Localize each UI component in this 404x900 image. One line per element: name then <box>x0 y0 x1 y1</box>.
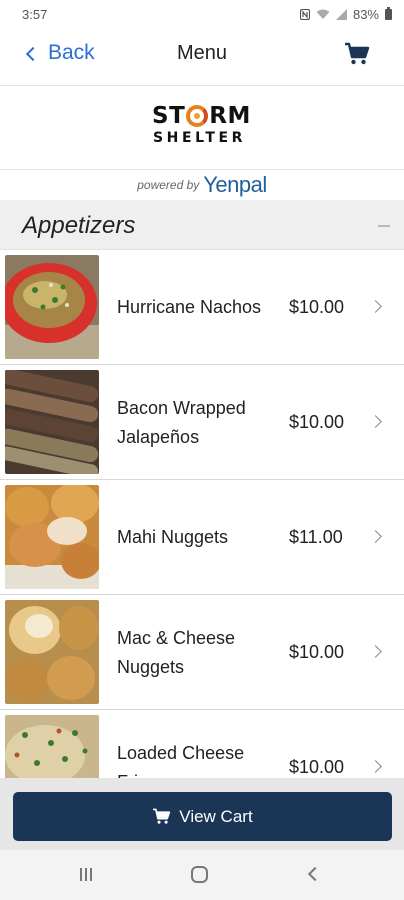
collapse-icon[interactable] <box>378 225 390 227</box>
item-price: $11.00 <box>289 527 343 547</box>
view-cart-label: View Cart <box>179 806 253 826</box>
recents-icon[interactable] <box>80 868 92 881</box>
powered-by-text: powered by <box>137 178 200 192</box>
item-price: $10.00 <box>289 642 345 662</box>
section-title: Appetizers <box>22 212 136 239</box>
section-header-appetizers[interactable]: Appetizers <box>0 200 404 250</box>
item-photo <box>5 485 99 589</box>
item-photo <box>5 370 99 474</box>
restaurant-logo-area: ST RM SHELTER <box>0 86 404 170</box>
chevron-right-icon <box>369 300 382 313</box>
cart-icon[interactable] <box>344 42 370 66</box>
chevron-right-icon <box>369 760 382 773</box>
powered-by-banner: powered by Yenpal <box>0 170 404 200</box>
menu-list: Hurricane Nachos $10.00 Bacon Wrapped Ja… <box>0 250 404 778</box>
system-back-icon[interactable] <box>307 866 323 882</box>
item-price: $10.00 <box>289 412 345 432</box>
item-name: Mahi Nuggets <box>117 527 229 547</box>
cart-icon <box>153 808 171 824</box>
item-name: Mac & Cheese Nuggets <box>117 627 236 677</box>
item-photo <box>5 255 99 359</box>
battery-percent: 83% <box>352 6 379 22</box>
chevron-right-icon <box>369 530 382 543</box>
home-icon[interactable] <box>191 866 208 883</box>
status-bar: 3:57 83% <box>0 0 404 28</box>
system-nav-bar <box>0 850 404 900</box>
battery-icon <box>385 6 392 20</box>
nfc-icon <box>299 8 310 20</box>
chevron-right-icon <box>369 645 382 658</box>
item-photo <box>5 600 99 704</box>
signal-icon <box>335 8 347 20</box>
item-name: Bacon Wrapped Jalapeños <box>117 397 246 447</box>
item-price: $10.00 <box>289 297 345 317</box>
view-cart-button[interactable]: View Cart <box>13 792 392 841</box>
back-label: Back <box>48 41 95 64</box>
yenpal-logo: Yenpal <box>203 172 267 197</box>
chevron-right-icon <box>369 415 382 428</box>
item-photo <box>5 715 99 778</box>
storm-swirl-icon <box>186 105 209 127</box>
nav-bar: Back Menu <box>0 28 404 86</box>
menu-item[interactable]: Bacon Wrapped Jalapeños $10.00 <box>0 365 404 480</box>
status-icons: 83% <box>299 6 392 22</box>
menu-item[interactable]: Mac & Cheese Nuggets $10.00 <box>0 595 404 710</box>
menu-item[interactable]: Loaded Cheese Fries $10.00 <box>0 710 404 778</box>
menu-item[interactable]: Mahi Nuggets $11.00 <box>0 480 404 595</box>
item-name: Hurricane Nachos <box>117 297 262 317</box>
item-price: $10.00 <box>289 757 345 777</box>
wifi-icon <box>316 9 330 19</box>
restaurant-logo: ST RM SHELTER <box>152 103 251 146</box>
chevron-left-icon <box>25 46 41 62</box>
item-name: Loaded Cheese Fries <box>117 742 245 779</box>
status-time: 3:57 <box>22 6 48 22</box>
back-button[interactable]: Back <box>25 41 95 65</box>
cart-bar: View Cart <box>0 778 404 850</box>
menu-item[interactable]: Hurricane Nachos $10.00 <box>0 250 404 365</box>
